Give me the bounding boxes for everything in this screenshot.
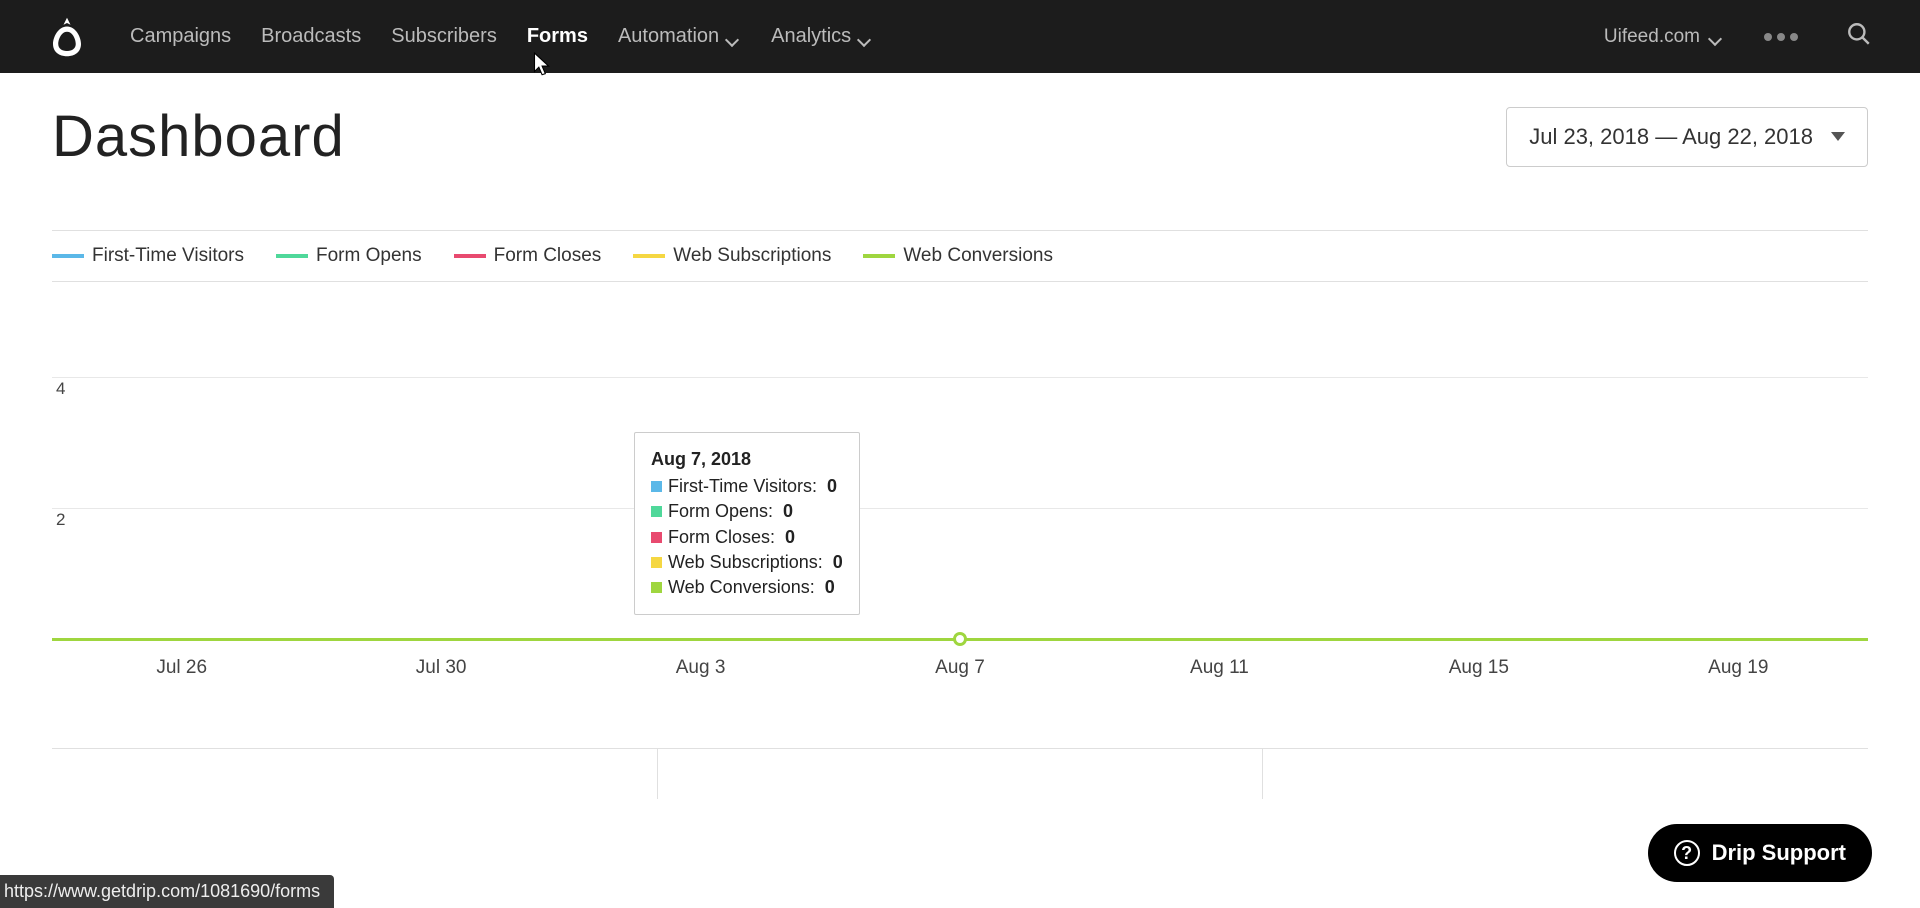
legend-swatch [633, 254, 665, 258]
tooltip-value: 0 [833, 550, 843, 575]
x-axis-label: Aug 15 [1449, 657, 1509, 679]
tooltip-label: Form Opens: [668, 499, 773, 524]
support-label: Drip Support [1712, 840, 1846, 866]
date-range-label: Jul 23, 2018 — Aug 22, 2018 [1529, 124, 1813, 150]
mouse-cursor-icon [530, 52, 552, 83]
tooltip-value: 0 [785, 525, 795, 550]
tooltip-date: Aug 7, 2018 [651, 447, 843, 472]
chart-area[interactable]: Aug 7, 2018 First-Time Visitors:0Form Op… [52, 312, 1868, 692]
x-axis-label: Aug 19 [1708, 657, 1768, 679]
nav-subscribers[interactable]: Subscribers [391, 25, 497, 48]
legend-label: Form Closes [494, 245, 602, 267]
y-axis-label: 2 [56, 510, 65, 530]
grid-line [52, 377, 1868, 378]
stat-card[interactable] [658, 749, 1264, 799]
tooltip-row: Web Conversions: 0 [651, 575, 843, 600]
legend-item[interactable]: Form Closes [454, 245, 602, 267]
legend-label: Web Conversions [903, 245, 1053, 267]
main-content: Dashboard Jul 23, 2018 — Aug 22, 2018 Fi… [0, 73, 1920, 799]
tooltip-label: Web Subscriptions: [668, 550, 823, 575]
search-icon[interactable] [1846, 21, 1872, 52]
legend-swatch [276, 254, 308, 258]
more-menu-icon[interactable] [1764, 33, 1798, 41]
tooltip-label: Web Conversions: [668, 575, 815, 600]
tooltip-swatch [651, 481, 662, 492]
x-axis-label: Aug 3 [676, 657, 726, 679]
support-button[interactable]: ? Drip Support [1648, 824, 1872, 882]
stat-card[interactable] [1263, 749, 1868, 799]
chevron-down-icon [859, 30, 873, 44]
legend-item[interactable]: Web Conversions [863, 245, 1053, 267]
tooltip-value: 0 [783, 499, 793, 524]
tooltip-value: 0 [827, 474, 837, 499]
chart-data-point [953, 632, 967, 646]
tooltip-row: Form Closes: 0 [651, 525, 843, 550]
legend-item[interactable]: Form Opens [276, 245, 422, 267]
account-switcher[interactable]: Uifeed.com [1604, 26, 1724, 48]
nav-analytics-label: Analytics [771, 25, 851, 48]
legend-label: Form Opens [316, 245, 422, 267]
legend-item[interactable]: First-Time Visitors [52, 245, 244, 267]
tooltip-label: Form Closes: [668, 525, 775, 550]
browser-status-url: https://www.getdrip.com/1081690/forms [0, 875, 334, 908]
grid-line [52, 508, 1868, 509]
chevron-down-icon [1710, 30, 1724, 44]
nav-automation[interactable]: Automation [618, 25, 741, 48]
tooltip-swatch [651, 532, 662, 543]
tooltip-swatch [651, 557, 662, 568]
tooltip-row: First-Time Visitors: 0 [651, 474, 843, 499]
legend-label: Web Subscriptions [673, 245, 831, 267]
question-icon: ? [1674, 840, 1700, 866]
legend-label: First-Time Visitors [92, 245, 244, 267]
chart-legend: First-Time Visitors Form Opens Form Closes… [52, 230, 1868, 282]
page-header: Dashboard Jul 23, 2018 — Aug 22, 2018 [52, 103, 1868, 170]
y-axis-label: 4 [56, 379, 65, 399]
chart-tooltip: Aug 7, 2018 First-Time Visitors:0Form Op… [634, 432, 860, 615]
page-title: Dashboard [52, 103, 345, 170]
dropdown-triangle-icon [1831, 132, 1845, 141]
stat-card[interactable] [52, 749, 658, 799]
x-axis-label: Aug 7 [935, 657, 985, 679]
account-label: Uifeed.com [1604, 26, 1700, 48]
tooltip-label: First-Time Visitors: [668, 474, 817, 499]
legend-swatch [454, 254, 486, 258]
nav-links: Campaigns Broadcasts Subscribers Forms A… [130, 25, 873, 48]
nav-broadcasts[interactable]: Broadcasts [261, 25, 361, 48]
nav-automation-label: Automation [618, 25, 719, 48]
top-nav: Campaigns Broadcasts Subscribers Forms A… [0, 0, 1920, 73]
legend-item[interactable]: Web Subscriptions [633, 245, 831, 267]
tooltip-swatch [651, 506, 662, 517]
nav-analytics[interactable]: Analytics [771, 25, 873, 48]
nav-campaigns[interactable]: Campaigns [130, 25, 231, 48]
x-axis-label: Jul 26 [156, 657, 207, 679]
nav-forms[interactable]: Forms [527, 25, 588, 48]
x-axis-label: Aug 11 [1190, 657, 1249, 679]
date-range-picker[interactable]: Jul 23, 2018 — Aug 22, 2018 [1506, 107, 1868, 167]
stats-cards-row [52, 748, 1868, 799]
legend-swatch [863, 254, 895, 258]
legend-swatch [52, 254, 84, 258]
chevron-down-icon [727, 30, 741, 44]
tooltip-row: Web Subscriptions: 0 [651, 550, 843, 575]
x-axis-label: Jul 30 [416, 657, 467, 679]
tooltip-value: 0 [825, 575, 835, 600]
tooltip-row: Form Opens: 0 [651, 499, 843, 524]
drip-logo-icon[interactable] [48, 15, 86, 59]
tooltip-swatch [651, 582, 662, 593]
